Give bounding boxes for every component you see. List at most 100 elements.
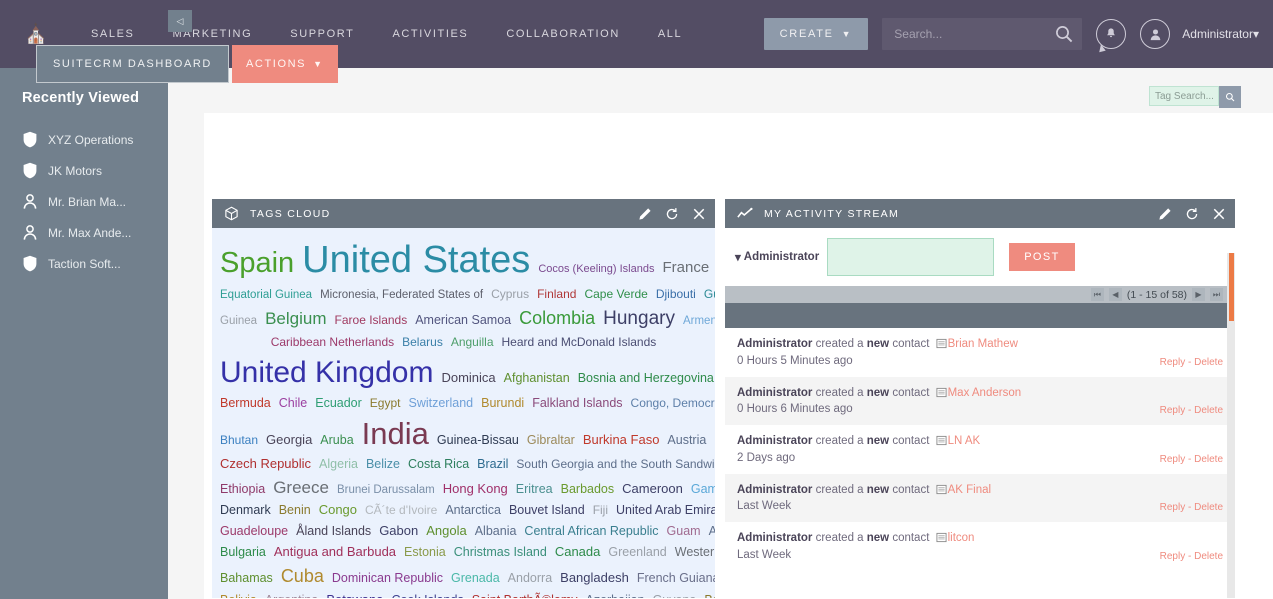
tag-link[interactable]: India	[362, 413, 429, 454]
tag-link[interactable]: Albania	[475, 521, 517, 542]
tag-link[interactable]: Anguilla	[451, 333, 494, 353]
sidebar-item-brian-ma[interactable]: Mr. Brian Ma...	[0, 186, 168, 217]
tag-link[interactable]: Grenada	[451, 565, 500, 592]
delete-link[interactable]: Delete	[1194, 405, 1223, 416]
tag-link[interactable]: Bouvet Island	[509, 500, 585, 521]
tag-link[interactable]: Ethiopia	[220, 477, 265, 502]
tag-link[interactable]: Cyprus	[491, 285, 529, 305]
reply-link[interactable]: Reply	[1160, 357, 1186, 368]
tag-link[interactable]: American Samoa	[415, 307, 511, 335]
delete-link[interactable]: Delete	[1194, 454, 1223, 465]
pencil-icon[interactable]	[1158, 207, 1172, 221]
activity-scrollbar-thumb[interactable]	[1229, 253, 1234, 321]
delete-link[interactable]: Delete	[1194, 502, 1223, 513]
admin-menu[interactable]: Administrator▾	[1182, 27, 1259, 41]
tag-link[interactable]: Angola	[426, 521, 466, 542]
tag-link[interactable]: Cameroon	[622, 476, 683, 501]
tag-link[interactable]: South Georgia and the South Sandwich Isl…	[516, 454, 715, 475]
tag-link[interactable]: Western Sahara	[675, 542, 715, 563]
activity-scrollbar[interactable]	[1227, 253, 1235, 598]
tag-link[interactable]: Costa Rica	[408, 454, 469, 475]
tag-link[interactable]: Cook Islands	[391, 590, 463, 598]
tag-link[interactable]: Åland Islands	[296, 521, 371, 542]
tag-link[interactable]: Bolivia	[220, 590, 257, 598]
tag-link[interactable]: Cuba	[281, 563, 324, 590]
activity-record-link[interactable]: AK Final	[948, 484, 991, 496]
tag-link[interactable]: Egypt	[370, 393, 401, 413]
tag-link[interactable]: Australia	[709, 521, 715, 542]
refresh-icon[interactable]	[665, 207, 679, 221]
tag-link[interactable]: Falkland Islands	[532, 393, 622, 413]
reply-link[interactable]: Reply	[1160, 454, 1186, 465]
tag-link[interactable]: Gabon	[379, 521, 418, 542]
tag-link[interactable]: Azerbaijan	[585, 590, 644, 598]
reply-link[interactable]: Reply	[1160, 502, 1186, 513]
tag-link[interactable]: Cape Verde	[584, 285, 647, 305]
tag-link[interactable]: Andorra	[508, 565, 552, 592]
tag-link[interactable]: French Guiana	[637, 565, 715, 592]
tag-link[interactable]: Caribbean Netherlands	[271, 333, 394, 353]
tag-link[interactable]: Guinea	[220, 308, 257, 336]
tag-link[interactable]: Algeria	[319, 454, 358, 475]
tag-link[interactable]: Brazil	[477, 454, 508, 475]
tag-link[interactable]: Burundi	[481, 393, 524, 413]
pencil-icon[interactable]	[638, 207, 652, 221]
tag-link[interactable]: Argentina	[265, 590, 319, 598]
actions-button[interactable]: ACTIONS ▼	[231, 45, 338, 83]
activity-record-link[interactable]: Brian Mathew	[948, 338, 1018, 350]
sidebar-item-taction-soft[interactable]: Taction Soft...	[0, 248, 168, 279]
tag-link[interactable]: Finland	[537, 285, 576, 305]
tag-link[interactable]: Denmark	[220, 500, 271, 521]
delete-link[interactable]: Delete	[1194, 357, 1223, 368]
tag-link[interactable]: Czech Republic	[220, 454, 311, 475]
refresh-icon[interactable]	[1185, 207, 1199, 221]
tag-link[interactable]: Greece	[273, 475, 329, 500]
tag-link[interactable]: Ecuador	[315, 393, 362, 413]
tag-link[interactable]: Fiji	[593, 500, 608, 521]
notifications-button[interactable]	[1096, 19, 1127, 49]
tab-suitecrm-dashboard[interactable]: SUITECRM DASHBOARD	[36, 45, 229, 83]
tag-link[interactable]: Guadeloupe	[220, 521, 288, 542]
tag-search-input[interactable]	[1149, 86, 1219, 106]
tag-link[interactable]: Congo, Democratic Republic of	[631, 393, 715, 413]
tag-link[interactable]: Christmas Island	[454, 542, 547, 563]
tag-link[interactable]: United Kingdom	[220, 353, 433, 393]
delete-link[interactable]: Delete	[1194, 551, 1223, 562]
nav-link-support[interactable]: SUPPORT	[271, 28, 373, 40]
create-button[interactable]: CREATE ▼	[763, 18, 869, 50]
tag-link[interactable]: Saint BarthÃ©lemy	[472, 590, 578, 598]
tag-link[interactable]: Central African Republic	[524, 521, 658, 542]
reply-link[interactable]: Reply	[1160, 405, 1186, 416]
tag-link[interactable]: Bermuda	[220, 393, 271, 413]
tag-link[interactable]: Guyana	[653, 590, 697, 598]
sidebar-collapse-button[interactable]: ◁	[168, 10, 192, 32]
tag-link[interactable]: Spain	[220, 239, 294, 288]
tag-link[interactable]: Congo	[319, 500, 357, 521]
tag-link[interactable]: Bangladesh	[560, 565, 629, 592]
sidebar-item-max-ande[interactable]: Mr. Max Ande...	[0, 217, 168, 248]
tag-link[interactable]: Barbados	[561, 477, 615, 502]
tag-link[interactable]: Armenia	[683, 308, 715, 336]
tag-link[interactable]: Switzerland	[408, 393, 473, 413]
tag-link[interactable]: Botswana	[326, 590, 383, 598]
tag-search-button[interactable]	[1219, 86, 1241, 108]
tag-link[interactable]: Heard and McDonald Islands	[502, 333, 657, 353]
tag-link[interactable]: Equatorial Guinea	[220, 286, 312, 306]
tag-link[interactable]: Guatemala	[704, 285, 715, 305]
profile-button[interactable]	[1140, 19, 1171, 49]
post-button[interactable]: POST	[1009, 243, 1075, 271]
tag-link[interactable]: Colombia	[519, 305, 595, 333]
tag-link[interactable]: Eritrea	[516, 477, 553, 502]
tag-link[interactable]: Guam	[667, 521, 701, 542]
nav-link-sales[interactable]: SALES	[72, 28, 153, 40]
post-input[interactable]	[827, 238, 995, 276]
tag-link[interactable]: Greenland	[608, 542, 666, 563]
nav-link-activities[interactable]: ACTIVITIES	[373, 28, 487, 40]
tag-link[interactable]: Benin	[279, 500, 311, 521]
activity-record-link[interactable]: LN AK	[948, 435, 981, 447]
pager-first-button[interactable]: ⏮	[1090, 288, 1104, 301]
tag-link[interactable]: Belgium	[265, 305, 326, 333]
tag-link[interactable]: Micronesia, Federated States of	[320, 286, 483, 306]
tag-link[interactable]: Hungary	[603, 305, 675, 333]
tag-link[interactable]: Canada	[555, 542, 601, 563]
